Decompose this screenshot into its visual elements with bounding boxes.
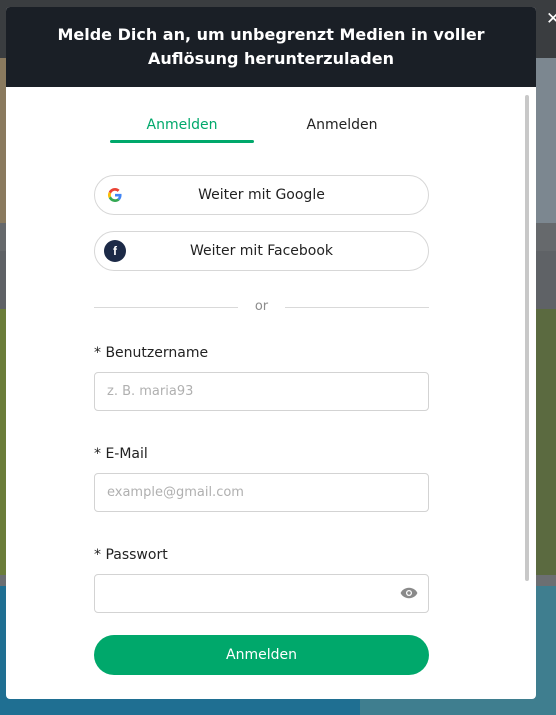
scrollbar[interactable] [525, 95, 529, 581]
modal-title: Melde Dich an, um unbegrenzt Medien in v… [6, 7, 536, 87]
background-image [534, 58, 556, 223]
facebook-button-label: Weiter mit Facebook [189, 243, 334, 259]
password-label: * Passwort [94, 547, 168, 563]
background-image [534, 309, 556, 575]
tab-login-secondary[interactable]: Anmelden [270, 117, 414, 143]
email-label: * E-Mail [94, 446, 148, 462]
google-button-label: Weiter mit Google [198, 187, 325, 203]
username-label: * Benutzername [94, 345, 209, 361]
password-input[interactable] [94, 574, 429, 613]
auth-tabs: Anmelden Anmelden [110, 117, 410, 143]
background-band [534, 251, 556, 309]
email-input[interactable] [94, 473, 429, 512]
google-login-button[interactable]: Weiter mit Google [94, 175, 429, 215]
submit-login-button[interactable]: Anmelden [94, 635, 429, 675]
or-divider: or [94, 299, 429, 315]
tab-login[interactable]: Anmelden [110, 117, 254, 143]
facebook-login-button[interactable]: f Weiter mit Facebook [94, 231, 429, 271]
close-icon[interactable]: ✕ [546, 10, 556, 28]
google-icon [104, 184, 126, 206]
modal-body: Anmelden Anmelden Weiter mit Google f We… [6, 87, 536, 699]
facebook-icon: f [104, 240, 126, 262]
signup-modal: Melde Dich an, um unbegrenzt Medien in v… [6, 7, 536, 699]
username-input[interactable] [94, 372, 429, 411]
eye-icon[interactable] [400, 585, 418, 601]
